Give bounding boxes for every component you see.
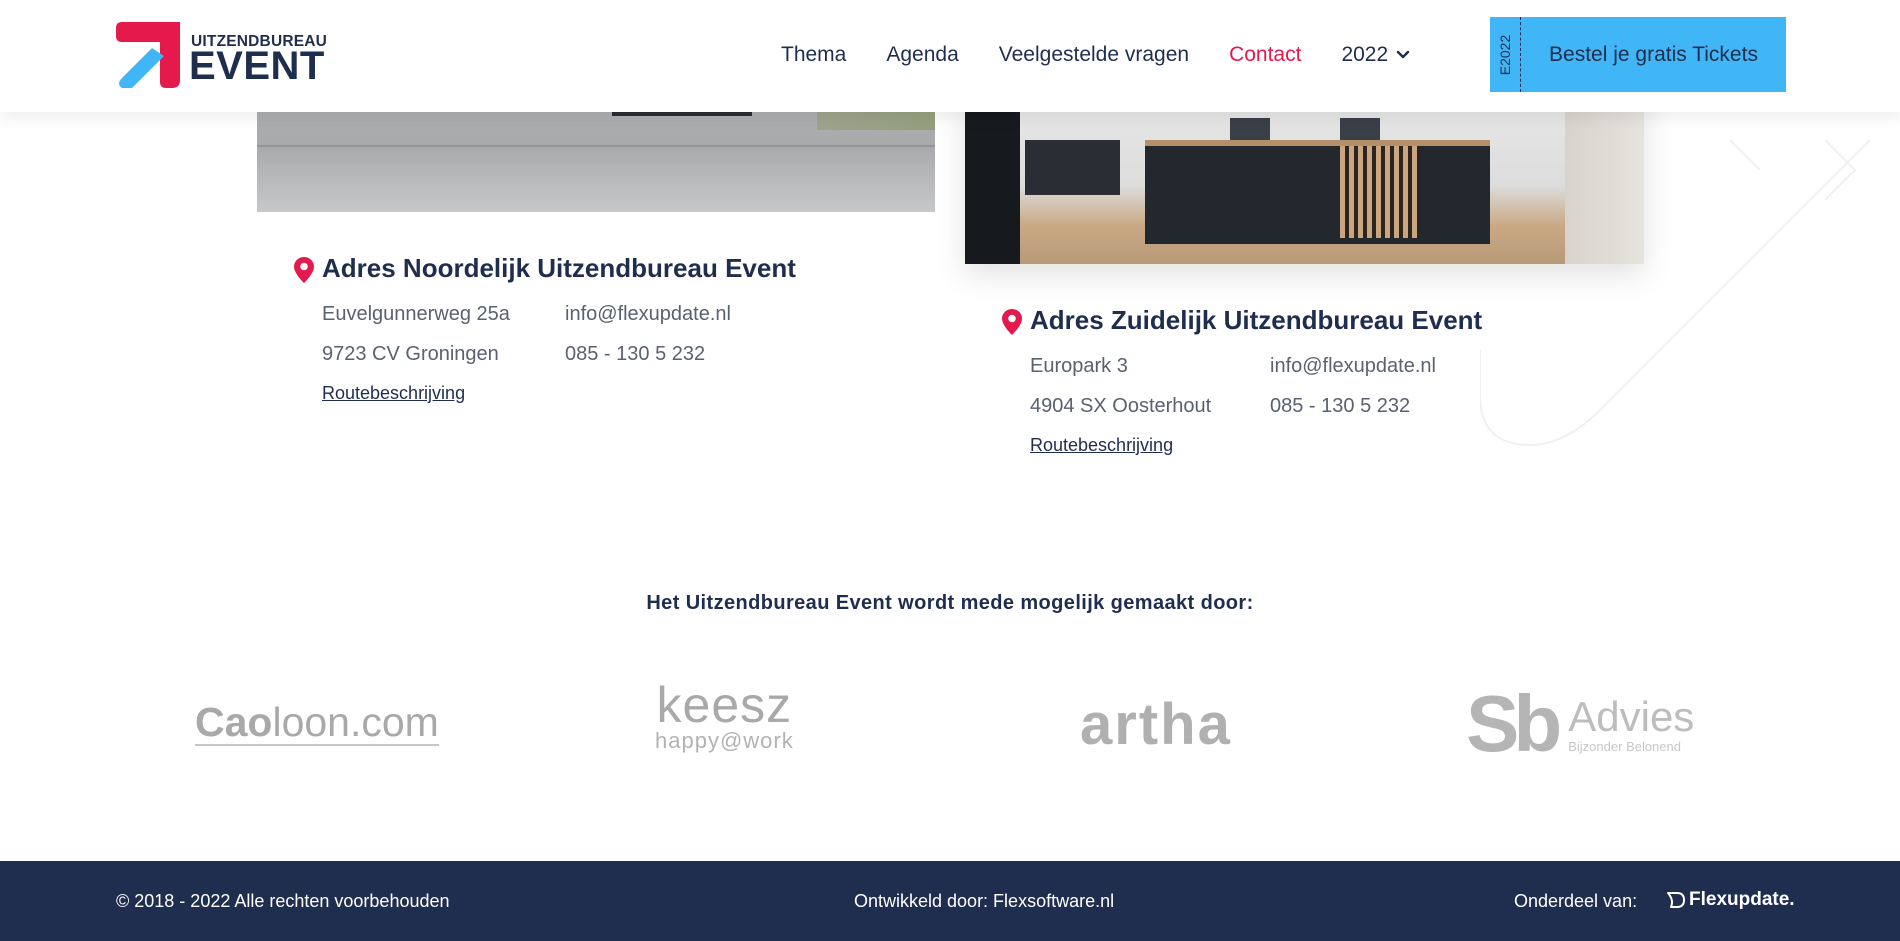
south-phone[interactable]: 085 - 130 5 232 <box>1270 395 1410 418</box>
nav-agenda[interactable]: Agenda <box>886 43 958 67</box>
sponsor-keesz-logo[interactable]: keesz happy@work <box>655 677 794 754</box>
location-pin-icon <box>294 257 314 283</box>
sponsor-artha-logo[interactable]: artha <box>1080 695 1232 755</box>
logo-text-bottom: EVENT <box>189 44 325 88</box>
south-route-link[interactable]: Routebeschrijving <box>1030 435 1173 456</box>
sub-name: Advies <box>1568 692 1695 740</box>
north-email[interactable]: info@flexupdate.nl <box>565 303 731 326</box>
caoloon-rest-text: loon.com <box>272 699 439 745</box>
north-street: Euvelgunnerweg 25a <box>322 303 510 325</box>
keesz-tagline: happy@work <box>655 728 794 753</box>
year-dropdown-label: 2022 <box>1341 43 1389 66</box>
sub-tagline: Bijzonder Belonend <box>1568 738 1681 754</box>
north-route-link[interactable]: Routebeschrijving <box>322 383 465 404</box>
nav-contact[interactable]: Contact <box>1229 43 1301 67</box>
site-footer: © 2018 - 2022 Alle rechten voorbehouden … <box>0 861 1900 941</box>
nav-thema[interactable]: Thema <box>781 43 846 67</box>
caoloon-bold-text: Cao <box>195 699 273 745</box>
north-phone[interactable]: 085 - 130 5 232 <box>565 343 705 366</box>
location-pin-icon <box>1002 309 1022 335</box>
keesz-name: keesz <box>656 677 793 733</box>
south-location-photo <box>965 90 1644 264</box>
flexupdate-brand-text: Flexupdate. <box>1689 889 1795 910</box>
north-address-title: Adres Noordelijk Uitzendbureau Event <box>322 253 796 283</box>
sponsor-sub-advies-logo[interactable]: Sb Advies Bijzonder Belonend <box>1466 684 1694 764</box>
footer-developer-link[interactable]: Ontwikkeld door: Flexsoftware.nl <box>854 891 1114 912</box>
footer-flexupdate-logo[interactable]: Flexupdate. <box>1666 889 1795 911</box>
south-city: 4904 SX Oosterhout <box>1030 395 1212 417</box>
flexupdate-logo-icon <box>1667 892 1685 908</box>
order-tickets-button[interactable]: E2022 Bestel je gratis Tickets <box>1490 17 1786 92</box>
year-dropdown[interactable]: 2022 <box>1341 43 1410 67</box>
sponsor-caoloon-logo[interactable]: Caoloon.com <box>195 700 439 746</box>
order-tickets-label: Bestel je gratis Tickets <box>1549 42 1758 66</box>
logo-arrow-icon <box>116 22 180 88</box>
south-street: Europark 3 <box>1030 355 1128 377</box>
main-navigation: Thema Agenda Veelgestelde vragen Contact… <box>781 38 1410 72</box>
south-email[interactable]: info@flexupdate.nl <box>1270 355 1436 378</box>
sponsors-heading: Het Uitzendbureau Event wordt mede mogel… <box>646 592 1254 614</box>
north-city: 9723 CV Groningen <box>322 343 499 365</box>
ticket-stub-label: E2022 <box>1497 34 1513 75</box>
site-logo[interactable]: UITZENDBUREAU EVENT <box>116 22 327 88</box>
nav-veelgestelde-vragen[interactable]: Veelgestelde vragen <box>999 43 1189 67</box>
chevron-down-icon <box>1396 50 1410 59</box>
footer-part-of-label: Onderdeel van: <box>1514 891 1638 911</box>
ticket-stub: E2022 <box>1490 17 1521 92</box>
footer-copyright: © 2018 - 2022 Alle rechten voorbehouden <box>116 891 450 911</box>
sub-mark: Sb <box>1466 679 1562 768</box>
south-address-title: Adres Zuidelijk Uitzendbureau Event <box>1030 305 1483 335</box>
site-header: UITZENDBUREAU EVENT Thema Agenda Veelges… <box>0 0 1900 112</box>
